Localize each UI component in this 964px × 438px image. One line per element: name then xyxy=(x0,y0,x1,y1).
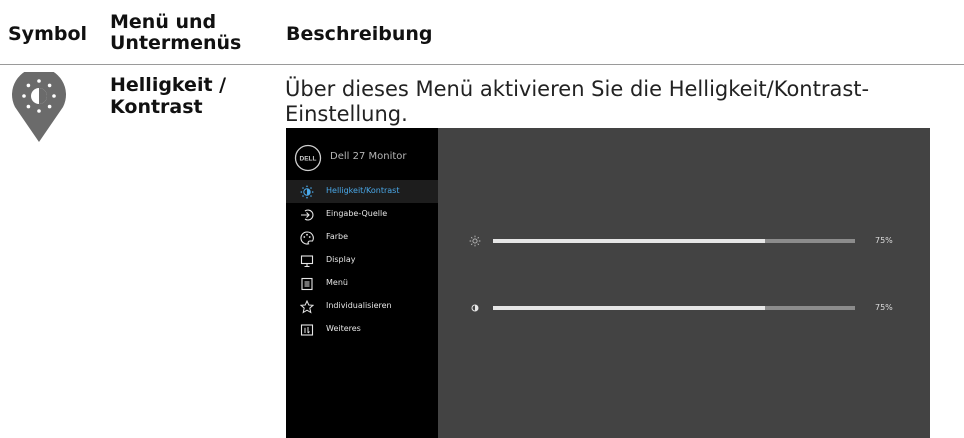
contrast-value: 75% xyxy=(875,303,893,312)
osd-sidebar: DELL Dell 27 Monitor Helligkeit/Kontrast… xyxy=(286,128,438,438)
star-icon xyxy=(300,300,314,314)
menu-icon xyxy=(301,277,313,291)
dell-logo-text: DELL xyxy=(300,156,317,163)
sun-icon xyxy=(469,235,481,247)
osd-menu-item-color[interactable]: Farbe xyxy=(286,226,438,249)
menu-description: Über dieses Menü aktivieren Sie die Hell… xyxy=(285,77,870,126)
display-icon xyxy=(300,255,314,268)
osd-menu-label: Display xyxy=(326,255,356,264)
menu-item-name-line1: Helligkeit / xyxy=(110,74,227,96)
osd-header: DELL Dell 27 Monitor xyxy=(286,142,438,174)
osd-menu-item-display[interactable]: Display xyxy=(286,249,438,272)
header-divider xyxy=(0,64,964,65)
header-menu: Menü und Untermenüs xyxy=(110,12,241,54)
contrast-slider-fill xyxy=(493,306,765,310)
osd-menu-item-input-source[interactable]: Eingabe-Quelle xyxy=(286,203,438,226)
osd-title: Dell 27 Monitor xyxy=(330,151,407,162)
osd-menu-item-personalize[interactable]: Individualisieren xyxy=(286,295,438,318)
osd-menu-label: Helligkeit/Kontrast xyxy=(326,186,400,195)
osd-menu-label: Individualisieren xyxy=(326,301,392,310)
osd-menu-item-menu[interactable]: Menü xyxy=(286,272,438,295)
brightness-slider-fill xyxy=(493,239,765,243)
color-icon xyxy=(300,231,314,245)
brightness-pin-icon xyxy=(12,72,66,142)
osd-menu-label: Farbe xyxy=(326,232,349,241)
menu-item-name-line2: Kontrast xyxy=(110,96,203,118)
contrast-icon xyxy=(471,304,479,312)
brightness-icon xyxy=(300,185,314,199)
menu-item-name: Helligkeit / Kontrast xyxy=(110,74,226,118)
osd-menu-label: Menü xyxy=(326,278,348,287)
info-icon xyxy=(300,324,314,336)
contrast-slider[interactable] xyxy=(493,306,855,310)
input-source-icon xyxy=(301,209,314,221)
osd-menu-label: Eingabe-Quelle xyxy=(326,209,388,218)
brightness-slider[interactable] xyxy=(493,239,855,243)
osd-menu-label: Weiteres xyxy=(326,324,361,333)
osd-screenshot: DELL Dell 27 Monitor Helligkeit/Kontrast… xyxy=(286,128,930,438)
dell-logo: DELL xyxy=(294,144,322,172)
header-symbol: Symbol xyxy=(8,23,88,45)
brightness-value: 75% xyxy=(875,236,893,245)
header-menu-line2: Untermenüs xyxy=(110,32,242,54)
header-description: Beschreibung xyxy=(286,23,433,45)
header-menu-line1: Menü und xyxy=(110,11,217,33)
osd-menu-item-others[interactable]: Weiteres xyxy=(286,318,438,341)
osd-menu-item-brightness-contrast[interactable]: Helligkeit/Kontrast xyxy=(286,180,438,203)
